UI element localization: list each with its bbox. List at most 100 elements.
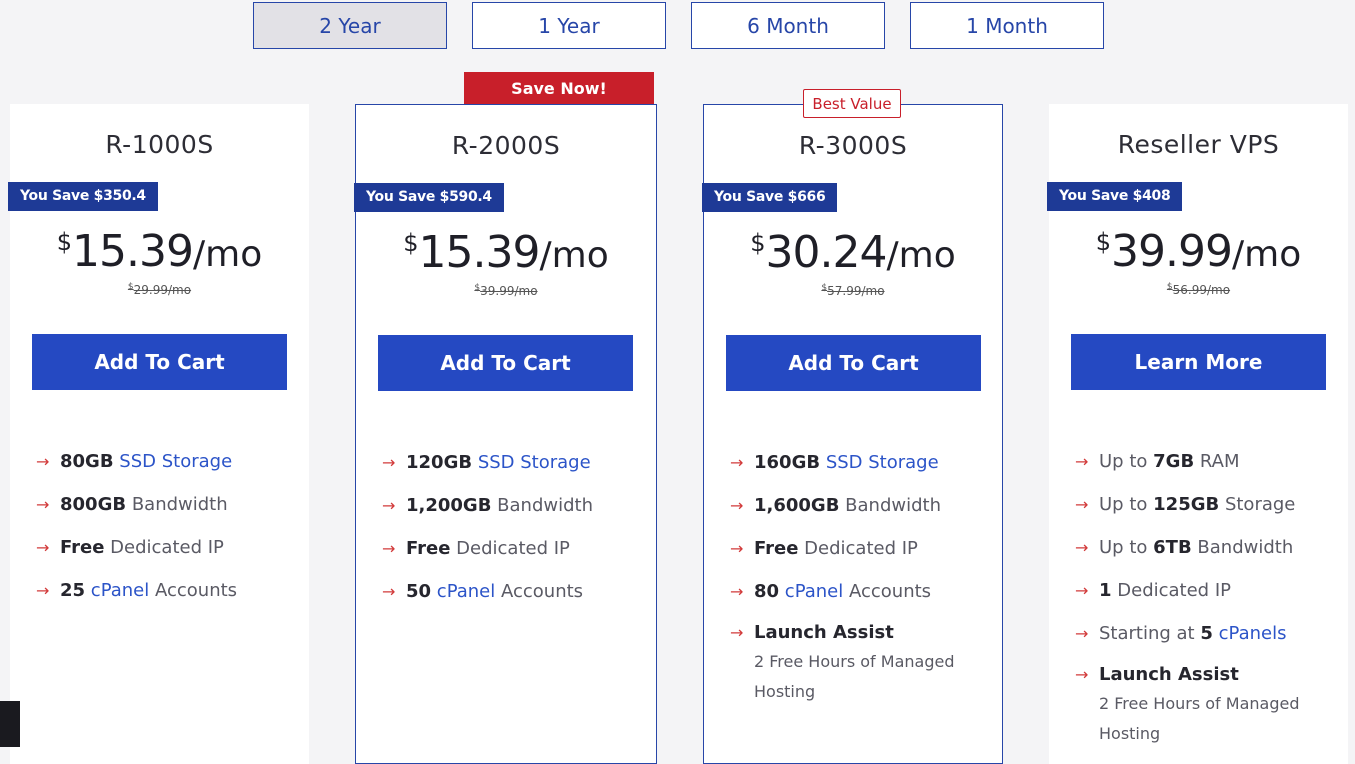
arrow-right-icon: → (36, 581, 50, 600)
arrow-right-icon: → (1075, 665, 1089, 684)
feature-text: Bandwidth (1197, 537, 1294, 558)
price-amount: 39.99 (1111, 226, 1233, 277)
arrow-right-icon: → (382, 496, 396, 515)
feature-text: Bandwidth (845, 495, 941, 516)
feature-bold: 160GB (754, 452, 821, 473)
feature-link[interactable]: cPanel (437, 581, 495, 602)
plan-price: $15.39/mo (10, 226, 309, 277)
price-period: /mo (539, 235, 609, 276)
feature-prefix: Up to (1099, 494, 1148, 515)
feature-link[interactable]: cPanels (1219, 623, 1287, 644)
feature-item: → Free Dedicated IP (382, 527, 646, 570)
tab-1-month[interactable]: 1 Month (910, 2, 1104, 49)
feature-list: → Up to 7GB RAM → Up to 125GB Storage → Up … (1075, 440, 1338, 749)
price-period: /mo (193, 234, 263, 275)
currency-symbol: $ (1095, 228, 1112, 256)
currency-symbol: $ (56, 228, 73, 256)
feature-item: → Up to 6TB Bandwidth (1075, 526, 1338, 569)
feature-text: Storage (1224, 494, 1296, 515)
feature-item: → 1 Dedicated IP (1075, 569, 1338, 612)
arrow-right-icon: → (1075, 581, 1089, 600)
plan-price: $30.24/mo (704, 227, 1002, 278)
add-to-cart-button[interactable]: Add To Cart (32, 334, 287, 390)
chat-widget-corner[interactable] (0, 701, 20, 747)
price-period: /mo (1232, 234, 1302, 275)
feature-bold: 80GB (60, 451, 114, 472)
learn-more-button[interactable]: Learn More (1071, 334, 1326, 390)
feature-item: → 80GB SSD Storage (36, 440, 299, 483)
feature-bold: Free (754, 538, 799, 559)
feature-prefix: Starting at (1099, 623, 1195, 644)
feature-bold: 80 (754, 581, 780, 602)
feature-bold: 6TB (1153, 537, 1192, 558)
arrow-right-icon: → (1075, 624, 1089, 643)
feature-list: → 120GB SSD Storage → 1,200GB Bandwidth → F… (382, 441, 646, 613)
add-to-cart-button[interactable]: Add To Cart (726, 335, 981, 391)
tab-6-month[interactable]: 6 Month (691, 2, 885, 49)
old-price-value: 39.99/mo (480, 284, 538, 298)
currency-symbol: $ (750, 229, 766, 257)
feature-item: → 120GB SSD Storage (382, 441, 646, 484)
savings-badge: You Save $590.4 (354, 183, 504, 212)
feature-link[interactable]: SSD Storage (478, 452, 591, 473)
feature-item-launch-assist: → Launch Assist 2 Free Hours of Managed Ho… (1075, 661, 1338, 749)
plan-card-r-2000s: R-2000S You Save $590.4 $15.39/mo $39.99… (354, 104, 657, 764)
arrow-right-icon: → (382, 453, 396, 472)
old-price: $56.99/mo (1049, 282, 1348, 297)
tab-1-year[interactable]: 1 Year (472, 2, 666, 49)
savings-badge: You Save $666 (702, 183, 838, 212)
feature-link[interactable]: SSD Storage (119, 451, 232, 472)
feature-bold: 120GB (406, 452, 473, 473)
arrow-right-icon: → (1075, 538, 1089, 557)
feature-bold: 7GB (1153, 451, 1195, 472)
savings-badge: You Save $408 (1047, 182, 1183, 211)
feature-item: → Free Dedicated IP (36, 526, 299, 569)
tab-2-year[interactable]: 2 Year (253, 2, 447, 49)
old-price: $57.99/mo (704, 283, 1002, 298)
feature-link[interactable]: cPanel (785, 581, 843, 602)
feature-text: Dedicated IP (1117, 580, 1231, 601)
feature-text: Accounts (155, 580, 238, 601)
feature-text: Dedicated IP (804, 538, 918, 559)
feature-item: → Up to 125GB Storage (1075, 483, 1338, 526)
feature-text: Bandwidth (497, 495, 593, 516)
old-price: $29.99/mo (10, 282, 309, 297)
feature-item: → Free Dedicated IP (730, 527, 992, 570)
feature-prefix: Up to (1099, 537, 1148, 558)
feature-bold: 125GB (1153, 494, 1220, 515)
feature-text: Accounts (849, 581, 932, 602)
arrow-right-icon: → (730, 453, 744, 472)
feature-bold: 800GB (60, 494, 127, 515)
price-amount: 30.24 (765, 227, 888, 278)
launch-assist-title: Launch Assist (1099, 664, 1239, 685)
plan-card-r-3000s: R-3000S You Save $666 $30.24/mo $57.99/m… (702, 104, 1003, 764)
old-price-value: 56.99/mo (1172, 283, 1231, 297)
arrow-right-icon: → (730, 582, 744, 601)
save-now-ribbon: Save Now! (464, 72, 654, 104)
arrow-right-icon: → (730, 496, 744, 515)
feature-bold: 1,600GB (754, 495, 840, 516)
feature-bold: 50 (406, 581, 432, 602)
feature-item: → 25 cPanel Accounts (36, 569, 299, 612)
price-period: /mo (886, 235, 956, 276)
plan-title: R-2000S (451, 131, 561, 160)
plan-price: $39.99/mo (1049, 226, 1348, 277)
launch-assist-title: Launch Assist (754, 622, 894, 643)
add-to-cart-button[interactable]: Add To Cart (378, 335, 633, 391)
feature-text: Dedicated IP (456, 538, 570, 559)
savings-badge: You Save $350.4 (8, 182, 158, 211)
plan-title: R-1000S (105, 130, 214, 159)
feature-text: Dedicated IP (110, 537, 224, 558)
feature-link[interactable]: cPanel (91, 580, 149, 601)
feature-item-launch-assist: → Launch Assist 2 Free Hours of Managed Ho… (730, 619, 992, 707)
feature-link[interactable]: SSD Storage (826, 452, 939, 473)
price-amount: 15.39 (72, 226, 194, 277)
feature-text: RAM (1199, 451, 1240, 472)
feature-bold: Free (60, 537, 105, 558)
feature-item: → 1,200GB Bandwidth (382, 484, 646, 527)
feature-item: → 80 cPanel Accounts (730, 570, 992, 613)
arrow-right-icon: → (36, 538, 50, 557)
feature-item: → 160GB SSD Storage (730, 441, 992, 484)
feature-prefix: Up to (1099, 451, 1148, 472)
feature-item: → Up to 7GB RAM (1075, 440, 1338, 483)
